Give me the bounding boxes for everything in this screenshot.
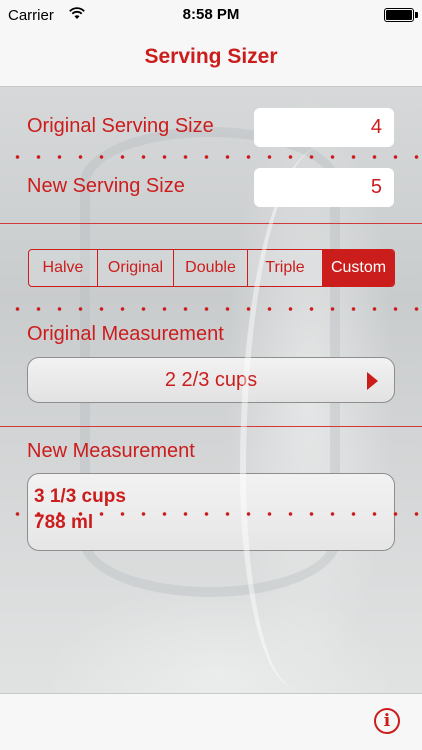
dotted-divider [0, 155, 422, 159]
status-bar: Carrier 8:58 PM [0, 0, 422, 30]
preset-custom[interactable]: Custom [323, 250, 394, 286]
preset-segmented-control: Halve Original Double Triple Custom [28, 249, 395, 287]
new-serving-input[interactable]: 5 [254, 168, 394, 207]
bottom-toolbar: i [0, 693, 422, 750]
section-divider [0, 426, 422, 427]
disclosure-arrow-icon [367, 372, 378, 390]
info-icon[interactable]: i [374, 708, 400, 734]
new-serving-label: New Serving Size [27, 175, 185, 197]
preset-original[interactable]: Original [98, 250, 174, 286]
navigation-bar: Serving Sizer [0, 30, 422, 87]
battery-icon [384, 8, 414, 22]
original-measurement-label: Original Measurement [27, 323, 224, 345]
original-serving-input[interactable]: 4 [254, 108, 394, 147]
preset-triple[interactable]: Triple [248, 250, 323, 286]
original-measurement-value: 2 2/3 cups [164, 369, 258, 391]
preset-double[interactable]: Double [174, 250, 248, 286]
section-divider [0, 223, 422, 224]
main-content: Original Serving Size 4 New Serving Size… [0, 87, 422, 693]
dotted-divider [0, 512, 422, 516]
new-measurement-label: New Measurement [27, 440, 195, 462]
original-measurement-picker[interactable]: 2 2/3 cups [27, 357, 395, 403]
preset-halve[interactable]: Halve [29, 250, 98, 286]
page-title: Serving Sizer [144, 45, 278, 68]
battery-tip [415, 12, 418, 18]
result-cups: 3 1/3 cups [34, 486, 126, 507]
status-time: 8:58 PM [182, 6, 240, 23]
dotted-divider [0, 307, 422, 311]
original-serving-label: Original Serving Size [27, 115, 214, 137]
